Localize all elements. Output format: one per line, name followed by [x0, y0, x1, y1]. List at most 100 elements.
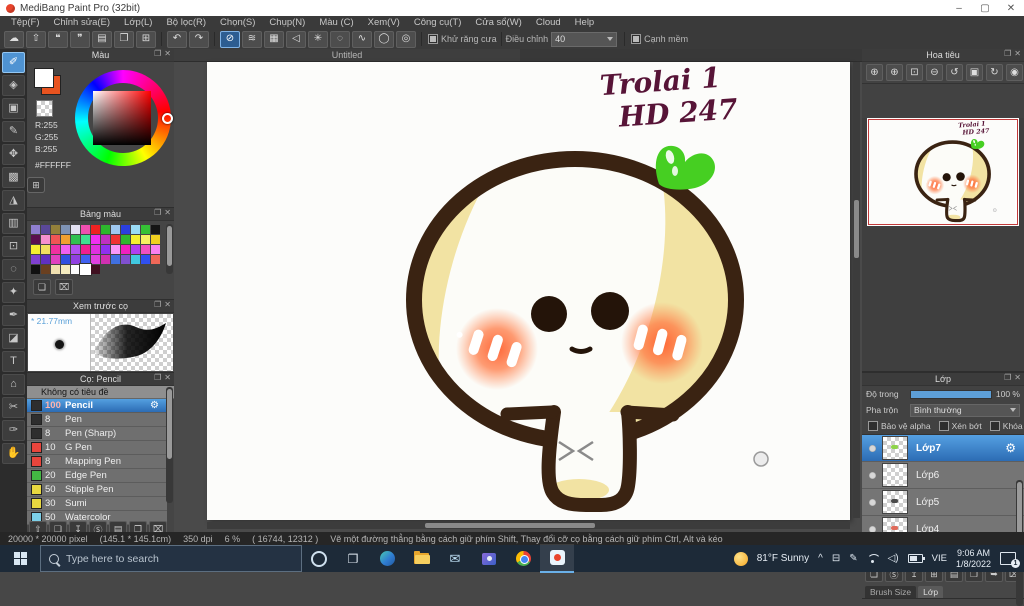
undo-icon[interactable]: ↶: [167, 30, 187, 48]
chrome-button[interactable]: [506, 545, 540, 572]
palette-swatch[interactable]: [51, 225, 60, 234]
fit-window-icon[interactable]: ⊡: [906, 64, 923, 81]
magic-wand-tool[interactable]: ✦: [2, 282, 25, 303]
palette-swatch[interactable]: [151, 245, 160, 254]
correction-dropdown[interactable]: 40: [551, 31, 618, 47]
palette-swatch[interactable]: [51, 245, 60, 254]
opacity-slider[interactable]: [910, 389, 992, 399]
palette-swatch[interactable]: [101, 265, 110, 274]
soft-edge-checkbox[interactable]: [631, 34, 642, 44]
volume-icon[interactable]: ◁): [888, 553, 899, 564]
palette-swatch[interactable]: [111, 245, 120, 254]
palette-swatch[interactable]: [111, 235, 120, 244]
palette-swatch[interactable]: [151, 235, 160, 244]
menu-item[interactable]: Bộ lọc(R): [159, 17, 213, 28]
scrollbar-thumb[interactable]: [425, 523, 595, 528]
search-box[interactable]: Type here to search: [40, 545, 302, 572]
palette-swatch[interactable]: [111, 265, 120, 274]
export-icon[interactable]: ⇧: [26, 30, 46, 48]
close-panel-icon[interactable]: ✕: [1014, 49, 1021, 58]
brush-row[interactable]: 30 Sumi ⚙: [27, 497, 167, 511]
rotate-cw-icon[interactable]: ↻: [986, 64, 1003, 81]
brush-row[interactable]: 100 Pencil ⚙: [27, 399, 167, 413]
grid-icon[interactable]: ⊞: [136, 30, 156, 48]
document-tab[interactable]: Untitled: [174, 49, 520, 61]
palette-swatch[interactable]: [31, 235, 40, 244]
menu-item[interactable]: Cửa sổ(W): [468, 17, 528, 28]
comment-alt-icon[interactable]: ❞: [70, 30, 90, 48]
edge-button[interactable]: [370, 545, 404, 572]
fit-screen-icon[interactable]: ▣: [966, 64, 983, 81]
palette-swatch[interactable]: [71, 225, 80, 234]
panel-tab[interactable]: Lớp: [918, 586, 944, 598]
text-tool[interactable]: T: [2, 351, 25, 372]
lock-checkbox[interactable]: [989, 421, 1000, 431]
menu-item[interactable]: Chọn(S): [213, 17, 262, 28]
layer-row[interactable]: Lớp7 ⚙: [862, 435, 1024, 462]
close-panel-icon[interactable]: ✕: [164, 49, 171, 58]
drawing-canvas[interactable]: Trolai 1 HD 247: [207, 62, 850, 520]
redo-icon[interactable]: ↷: [189, 30, 209, 48]
close-panel-icon[interactable]: ✕: [1014, 373, 1021, 382]
float-panel-icon[interactable]: ❐: [1004, 373, 1011, 382]
hand-tool[interactable]: ✋: [2, 443, 25, 464]
operation-tool[interactable]: ⌂: [2, 374, 25, 395]
palette-swatch[interactable]: [61, 255, 70, 264]
palette-swatch[interactable]: [91, 255, 100, 264]
palette-swatch[interactable]: [141, 245, 150, 254]
move-tool[interactable]: ✥: [2, 144, 25, 165]
palette-swatch[interactable]: [131, 255, 140, 264]
delete-palette-icon[interactable]: ⌧: [55, 279, 73, 295]
palette-swatch[interactable]: [111, 255, 120, 264]
layer-visibility-dot[interactable]: [869, 444, 876, 452]
palette-swatch[interactable]: [151, 255, 160, 264]
palette-scrollbar[interactable]: [166, 224, 173, 274]
palette-swatch[interactable]: [151, 225, 160, 234]
task-view-button[interactable]: ❐: [336, 545, 370, 572]
palette-swatch[interactable]: [31, 255, 40, 264]
mail-button[interactable]: ✉: [438, 545, 472, 572]
brush-row[interactable]: 8 Pen ⚙: [27, 413, 167, 427]
palette-swatch[interactable]: [131, 225, 140, 234]
float-panel-icon[interactable]: ❐: [154, 300, 161, 309]
menu-item[interactable]: Chụp(N): [262, 17, 312, 28]
palette-swatch[interactable]: [121, 245, 130, 254]
brush-settings-gear-icon[interactable]: ⚙: [150, 400, 159, 411]
menu-item[interactable]: Tệp(F): [4, 17, 47, 28]
menu-item[interactable]: Lớp(L): [117, 17, 159, 28]
control-point-tool[interactable]: ✎: [2, 121, 25, 142]
bucket-tool[interactable]: ◮: [2, 190, 25, 211]
palette-swatch[interactable]: [141, 235, 150, 244]
menu-item[interactable]: Xem(V): [361, 17, 407, 28]
palette-swatch[interactable]: [81, 235, 90, 244]
palette-swatch[interactable]: [51, 235, 60, 244]
menu-item[interactable]: Help: [568, 17, 602, 28]
panel-layout-icon[interactable]: ❐: [114, 30, 134, 48]
burst-lines-icon[interactable]: ✳: [308, 30, 328, 48]
eraser-tool[interactable]: ◈: [2, 75, 25, 96]
transparent-color-swatch[interactable]: [36, 100, 53, 117]
approx-color-icon[interactable]: ⊞: [27, 177, 45, 193]
battery-icon[interactable]: [907, 554, 925, 563]
palette-swatch[interactable]: [131, 245, 140, 254]
palette-swatch[interactable]: [41, 265, 50, 274]
close-panel-icon[interactable]: ✕: [164, 208, 171, 217]
document-icon[interactable]: ▤: [92, 30, 112, 48]
palette-swatch[interactable]: [101, 245, 110, 254]
palette-swatch[interactable]: [151, 265, 160, 274]
fill-select-tool[interactable]: ▩: [2, 167, 25, 188]
comment-icon[interactable]: ❝: [48, 30, 68, 48]
panel-tab[interactable]: Brush Size: [865, 586, 917, 598]
menu-item[interactable]: Chỉnh sửa(E): [47, 17, 118, 28]
language-indicator[interactable]: VIE: [932, 553, 947, 564]
palette-swatch[interactable]: [91, 225, 100, 234]
palette-swatch[interactable]: [121, 255, 130, 264]
palette-swatch[interactable]: [31, 265, 40, 274]
rotate-ccw-icon[interactable]: ↺: [946, 64, 963, 81]
palette-swatch[interactable]: [41, 235, 50, 244]
brush-row[interactable]: 50 Stipple Pen ⚙: [27, 483, 167, 497]
palette-swatch[interactable]: [141, 265, 150, 274]
palette-swatch[interactable]: [61, 235, 70, 244]
cloud-icon[interactable]: ☁: [4, 30, 24, 48]
alpha-protect-checkbox[interactable]: [868, 421, 878, 431]
